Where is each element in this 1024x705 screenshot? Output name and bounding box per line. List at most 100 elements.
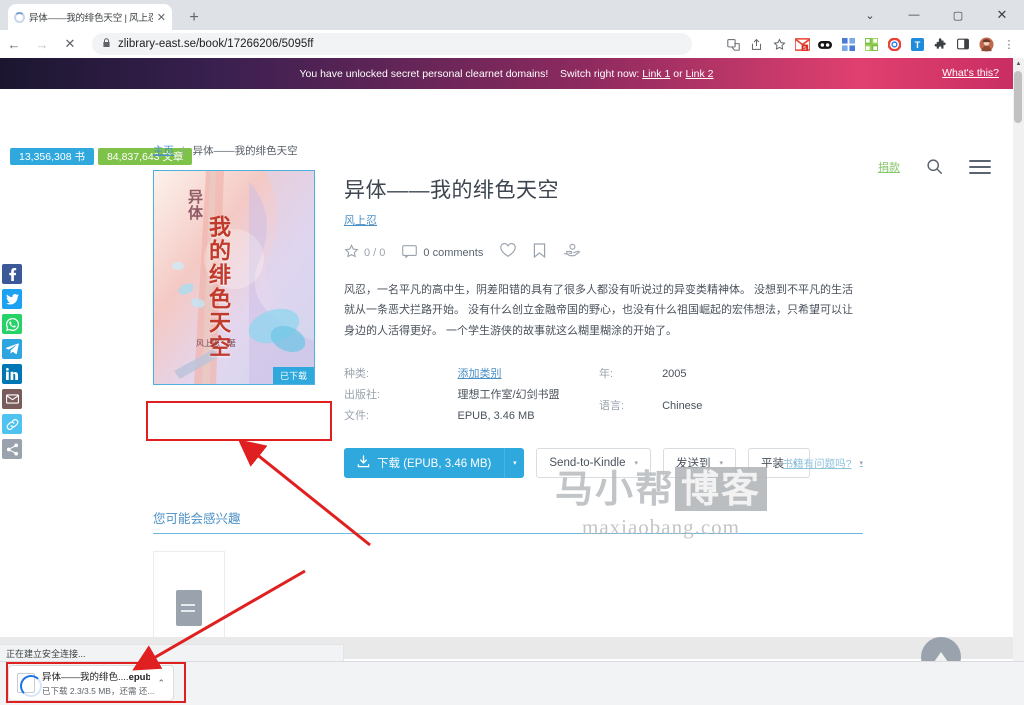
fact-key-year: 年:: [599, 368, 614, 381]
whats-this-link[interactable]: What's this?: [942, 67, 999, 79]
scrollbar-thumb[interactable]: [1014, 71, 1022, 123]
download-dropdown-caret[interactable]: ▾: [504, 448, 525, 479]
watermark-text-b: 博客: [675, 467, 768, 511]
dark-reader-extension-icon[interactable]: [814, 33, 836, 55]
tab-close-icon[interactable]: ✕: [157, 11, 166, 24]
book-facts: 种类: 添加类别 出版社: 理想工作室/幻剑书盟 文件: EPUB, 3.46 …: [344, 365, 863, 423]
chrome-menu-icon[interactable]: ⋮: [998, 33, 1020, 55]
book-info: 异体——我的绯色天空 风上忍 0 / 0 0 comments 风忍，一名平凡的…: [344, 170, 863, 479]
fact-key-publisher: 出版社:: [344, 389, 381, 402]
tab-loading-spinner: [14, 11, 25, 23]
fact-value-publisher: 理想工作室/幻剑书盟: [457, 389, 560, 402]
report-problem-label: 书籍有问题吗?: [782, 457, 852, 470]
hamburger-menu-icon[interactable]: [969, 159, 991, 175]
download-progress-ring: [20, 675, 42, 697]
promo-or: or: [673, 67, 683, 80]
site-header-actions: 捐款: [878, 158, 991, 175]
promo-banner: You have unlocked secret personal clearn…: [0, 58, 1013, 89]
comments-widget[interactable]: 0 comments: [402, 245, 483, 261]
donate-hand-icon[interactable]: [563, 243, 581, 263]
lock-icon: [102, 38, 111, 50]
book-facts-right: 年: 2005 语言: Chinese: [599, 365, 702, 423]
bookmark-icon[interactable]: [533, 243, 546, 263]
profile-avatar[interactable]: [975, 33, 997, 55]
linkedin-share-icon[interactable]: [2, 364, 22, 384]
fact-key-file: 文件:: [344, 410, 370, 423]
book-facts-left: 种类: 添加类别 出版社: 理想工作室/幻剑书盟 文件: EPUB, 3.46 …: [344, 365, 599, 423]
breadcrumb: 主页 | 异体——我的绯色天空: [153, 143, 863, 158]
browser-toolbar: ← → ✕ zlibrary-east.se/book/17266206/509…: [0, 30, 1024, 58]
download-icon: [357, 455, 370, 471]
fact-key-language: 语言:: [599, 399, 625, 412]
new-tab-button[interactable]: +: [184, 8, 204, 28]
promo-switch-label: Switch right now:: [559, 67, 640, 80]
status-text: 正在建立安全连接...: [6, 648, 86, 659]
fact-value-file: EPUB, 3.46 MB: [457, 410, 535, 423]
grid-extension-icon[interactable]: [837, 33, 859, 55]
address-bar[interactable]: zlibrary-east.se/book/17266206/5095ff: [92, 33, 692, 55]
search-icon[interactable]: [926, 158, 943, 175]
tab-title: 异体——我的绯色天空 | 风上忍 | d: [29, 13, 153, 24]
url-text: zlibrary-east.se/book/17266206/5095ff: [118, 38, 314, 50]
cover-author-credit: 风上忍 著: [196, 339, 236, 348]
breadcrumb-current: 异体——我的绯色天空: [192, 145, 298, 157]
breadcrumb-separator: |: [181, 145, 185, 157]
download-button[interactable]: 下载 (EPUB, 3.46 MB): [344, 448, 505, 479]
stat-books: 13,356,308 书: [10, 148, 94, 165]
donate-link[interactable]: 捐款: [878, 159, 900, 175]
book-title: 异体——我的绯色天空: [344, 179, 559, 202]
scroll-up-arrow-icon[interactable]: ▲: [1013, 58, 1024, 69]
forward-button[interactable]: →: [28, 30, 56, 58]
bookmark-star-icon[interactable]: [768, 33, 790, 55]
telegram-share-icon[interactable]: [2, 339, 22, 359]
svg-text:5: 5: [803, 46, 806, 51]
star-icon: [344, 244, 359, 262]
maximize-button[interactable]: ▢: [936, 0, 980, 30]
facebook-share-icon[interactable]: [2, 264, 22, 284]
download-item[interactable]: 异体——我的绯色....epub 已下载 2.3/3.5 MB，还需 还... …: [8, 665, 174, 701]
download-filename-ext: epub: [128, 672, 151, 683]
browser-tab[interactable]: 异体——我的绯色天空 | 风上忍 | d ✕: [8, 4, 172, 30]
download-filename: 异体——我的绯色....epub: [42, 669, 150, 683]
watermark: 马小帮 博客 maxiaobang.com: [555, 458, 768, 540]
whatsapp-share-icon[interactable]: [2, 314, 22, 334]
window-controls: ⌄ — ▢ ✕: [848, 0, 1024, 30]
fact-value-language: Chinese: [662, 399, 703, 412]
fact-key-genre: 种类:: [344, 368, 370, 381]
back-button[interactable]: ←: [0, 30, 28, 58]
promo-link-1[interactable]: Link 1: [642, 68, 670, 80]
close-window-button[interactable]: ✕: [980, 0, 1024, 30]
rating-widget[interactable]: 0 / 0: [344, 244, 385, 262]
minimize-button[interactable]: —: [892, 0, 936, 30]
report-problem[interactable]: 书籍有问题吗? ▾: [783, 456, 863, 471]
more-share-icon[interactable]: [2, 439, 22, 459]
trello-extension-icon[interactable]: T: [906, 33, 928, 55]
puzzle-extensions-icon[interactable]: [929, 33, 951, 55]
gmail-extension-icon[interactable]: 5: [791, 33, 813, 55]
svg-text:T: T: [914, 40, 920, 50]
watermark-text-a: 马小帮: [555, 467, 676, 511]
heart-icon[interactable]: [500, 242, 517, 263]
tab-search-chevron-icon[interactable]: ⌄: [848, 0, 892, 30]
breadcrumb-home[interactable]: 主页: [153, 145, 174, 157]
stop-loading-button[interactable]: ✕: [56, 30, 84, 58]
book-cover[interactable]: 异体 我的绯色天空 风上忍 著 已下载: [153, 170, 315, 385]
email-share-icon[interactable]: [2, 389, 22, 409]
chrome-extension-icon[interactable]: [883, 33, 905, 55]
add-category-link[interactable]: 添加类别: [458, 368, 502, 380]
page-scrollbar[interactable]: ▲ ▼: [1013, 58, 1024, 705]
share-icon[interactable]: [745, 33, 767, 55]
copy-link-share-icon[interactable]: [2, 414, 22, 434]
qr-extension-icon[interactable]: [860, 33, 882, 55]
browser-status-bar: 正在建立安全连接...: [0, 644, 344, 661]
browser-titlebar: 异体——我的绯色天空 | 风上忍 | d ✕ + ⌄ — ▢ ✕: [0, 0, 1024, 30]
promo-link-2[interactable]: Link 2: [686, 68, 714, 80]
translate-icon[interactable]: [722, 33, 744, 55]
main-content: 主页 | 异体——我的绯色天空 异体 我的绯色天空 风上忍 著 已下载 异体——…: [153, 143, 863, 705]
comment-icon: [402, 245, 418, 261]
book-author-link[interactable]: 风上忍: [344, 212, 377, 228]
twitter-share-icon[interactable]: [2, 289, 22, 309]
chevron-down-icon: ▾: [859, 460, 863, 468]
side-panel-icon[interactable]: [952, 33, 974, 55]
download-menu-chevron-icon[interactable]: ⌃: [157, 678, 165, 689]
